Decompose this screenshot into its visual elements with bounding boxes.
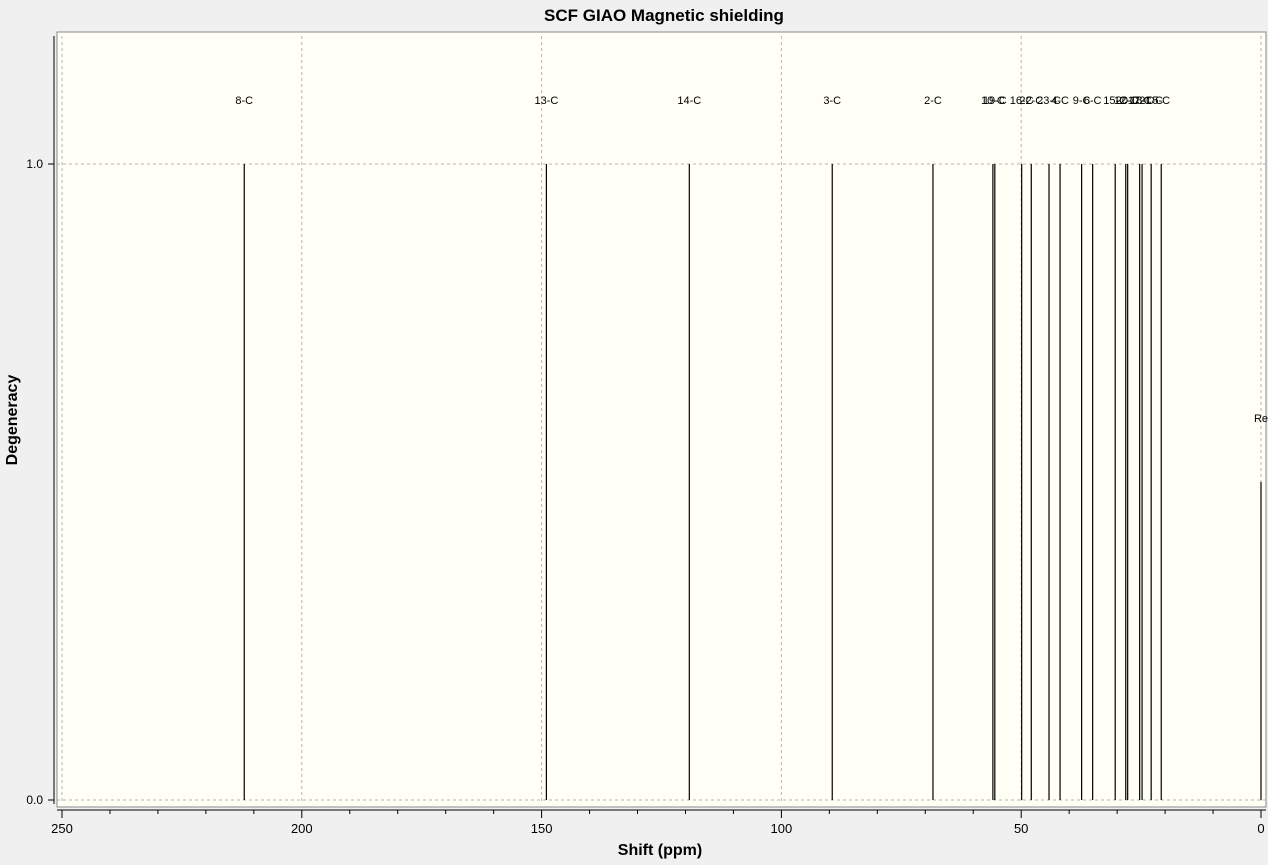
x-tick-label: 150 [531, 821, 553, 836]
nmr-stick-chart: SCF GIAO Magnetic shielding 250 200 150 100… [0, 0, 1268, 860]
chart-title: SCF GIAO Magnetic shielding [544, 6, 784, 25]
y-tick-label: 0.0 [26, 793, 43, 807]
peak-label: 8-C [235, 95, 253, 107]
y-tick-label: 1.0 [26, 157, 43, 171]
peak-label: 19-C [983, 95, 1007, 107]
peak-label: 14-C [677, 95, 701, 107]
y-axis-title: Degeneracy [4, 375, 21, 466]
peak-label: 4-C [1051, 95, 1069, 107]
plot-area [56, 31, 1267, 808]
x-tick-label: 0 [1257, 821, 1264, 836]
x-tick-label: 100 [771, 821, 793, 836]
x-tick-label: 200 [291, 821, 313, 836]
x-tick-label: 250 [51, 821, 73, 836]
peak-label: Re [1254, 413, 1268, 425]
peak-label: 6-C [1084, 95, 1102, 107]
peak-label: 5-C [1152, 95, 1170, 107]
peak-label: 13-C [534, 95, 558, 107]
peak-label: 2-C [924, 95, 942, 107]
chart-root: SCF GIAO Magnetic shielding 250 200 150 100… [0, 0, 1268, 860]
x-axis-title: Shift (ppm) [618, 842, 702, 859]
peak-label: 3-C [823, 95, 841, 107]
x-tick-label: 50 [1014, 821, 1028, 836]
